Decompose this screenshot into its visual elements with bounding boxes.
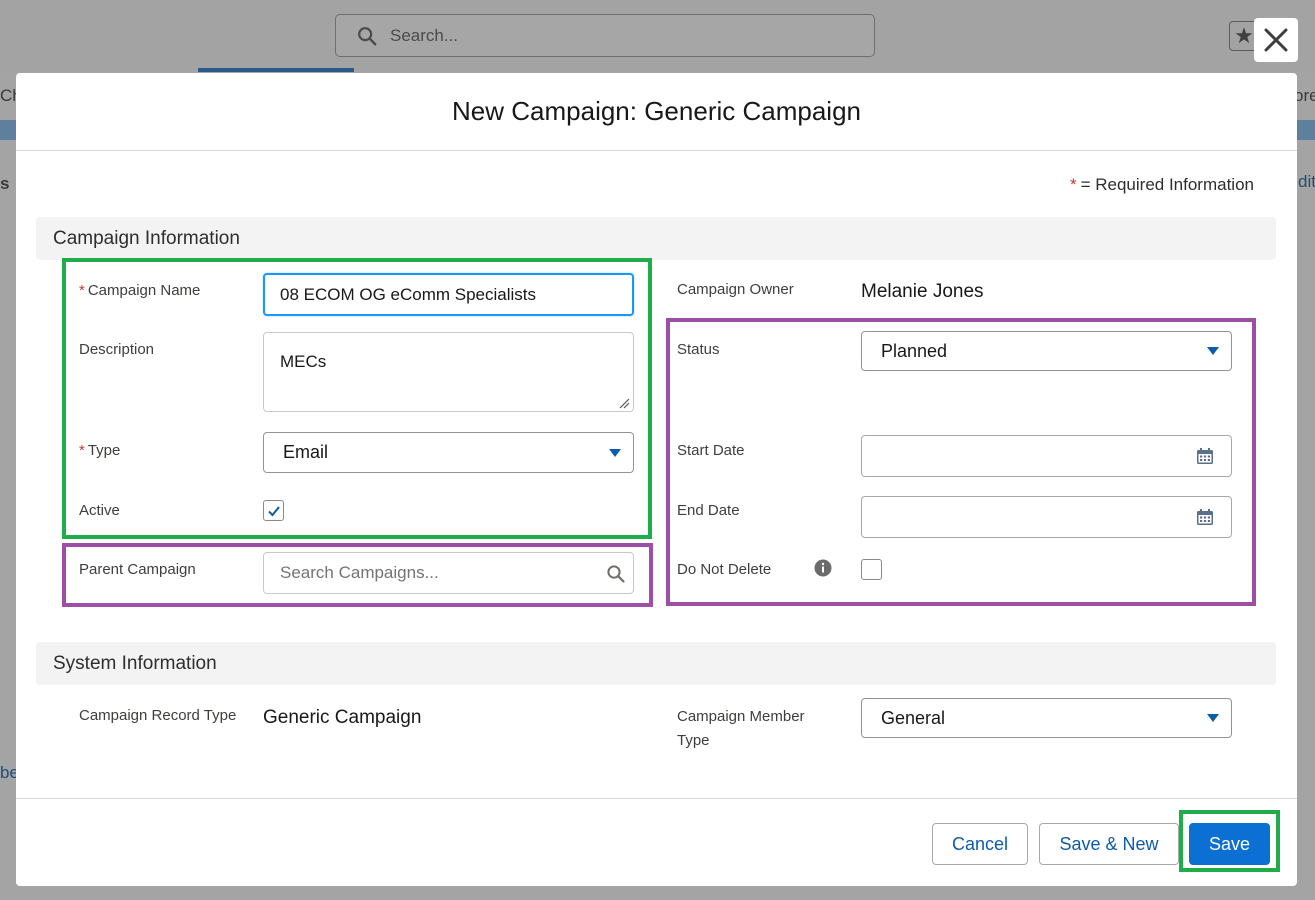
background-search-placeholder: Search... — [390, 25, 459, 45]
do-not-delete-label: Do Not Delete — [677, 561, 772, 578]
campaign-information-section-header[interactable]: Campaign Information — [36, 217, 1276, 260]
campaign-member-type-label: Campaign Member Type — [677, 708, 805, 749]
start-date-label: Start Date — [677, 442, 745, 459]
campaign-record-type-value: Generic Campaign — [263, 707, 422, 728]
chevron-down-icon — [1207, 714, 1219, 722]
new-campaign-modal: New Campaign: Generic Campaign * = Requir… — [16, 73, 1297, 886]
close-button[interactable] — [1254, 18, 1298, 62]
info-icon[interactable] — [814, 559, 832, 577]
chevron-down-icon — [1207, 347, 1219, 355]
campaign-record-type-label: Campaign Record Type — [79, 707, 237, 724]
type-label: * Type — [79, 442, 121, 459]
system-information-section-header[interactable]: System Information — [36, 642, 1276, 685]
resize-handle-icon[interactable] — [618, 397, 630, 409]
description-label: Description — [79, 341, 155, 358]
background-search-bar: Search... — [335, 14, 875, 57]
active-checkbox[interactable] — [263, 500, 284, 521]
parent-campaign-search-input[interactable] — [263, 552, 634, 594]
description-textarea[interactable] — [263, 332, 634, 412]
status-label: Status — [677, 341, 720, 358]
checkmark-icon — [267, 505, 280, 516]
end-date-input[interactable] — [861, 496, 1232, 538]
search-icon — [358, 26, 377, 45]
modal-title: New Campaign: Generic Campaign — [452, 96, 861, 126]
background-text-fragment: s — [0, 174, 10, 193]
save-and-new-button[interactable]: Save & New — [1039, 823, 1179, 865]
start-date-input[interactable] — [861, 435, 1232, 477]
cancel-button[interactable]: Cancel — [932, 823, 1028, 865]
type-select[interactable]: Email — [263, 432, 634, 473]
background-text-fragment: dit — [1298, 172, 1315, 191]
end-date-label: End Date — [677, 502, 740, 519]
save-button[interactable]: Save — [1189, 823, 1270, 865]
calendar-icon[interactable] — [1195, 507, 1215, 527]
background-active-tab-indicator — [198, 68, 354, 72]
active-label: Active — [79, 502, 120, 519]
chevron-down-icon — [609, 448, 621, 457]
required-information-legend: * = Required Information — [1069, 175, 1254, 194]
campaign-name-input[interactable] — [263, 273, 634, 316]
calendar-icon[interactable] — [1195, 446, 1215, 466]
modal-header: New Campaign: Generic Campaign — [16, 73, 1297, 151]
status-select[interactable]: Planned — [861, 331, 1232, 371]
campaign-owner-label: Campaign Owner — [677, 281, 794, 298]
close-icon — [1264, 28, 1288, 52]
do-not-delete-checkbox[interactable] — [861, 559, 882, 580]
background-text-fragment: ore — [1294, 86, 1315, 105]
campaign-name-label: * Campaign Name — [79, 282, 201, 299]
search-icon — [607, 565, 625, 583]
campaign-member-type-select[interactable]: General — [861, 698, 1232, 738]
campaign-owner-value: Melanie Jones — [861, 281, 984, 302]
modal-footer: Cancel Save & New Save — [16, 798, 1297, 886]
parent-campaign-label: Parent Campaign — [79, 561, 196, 578]
